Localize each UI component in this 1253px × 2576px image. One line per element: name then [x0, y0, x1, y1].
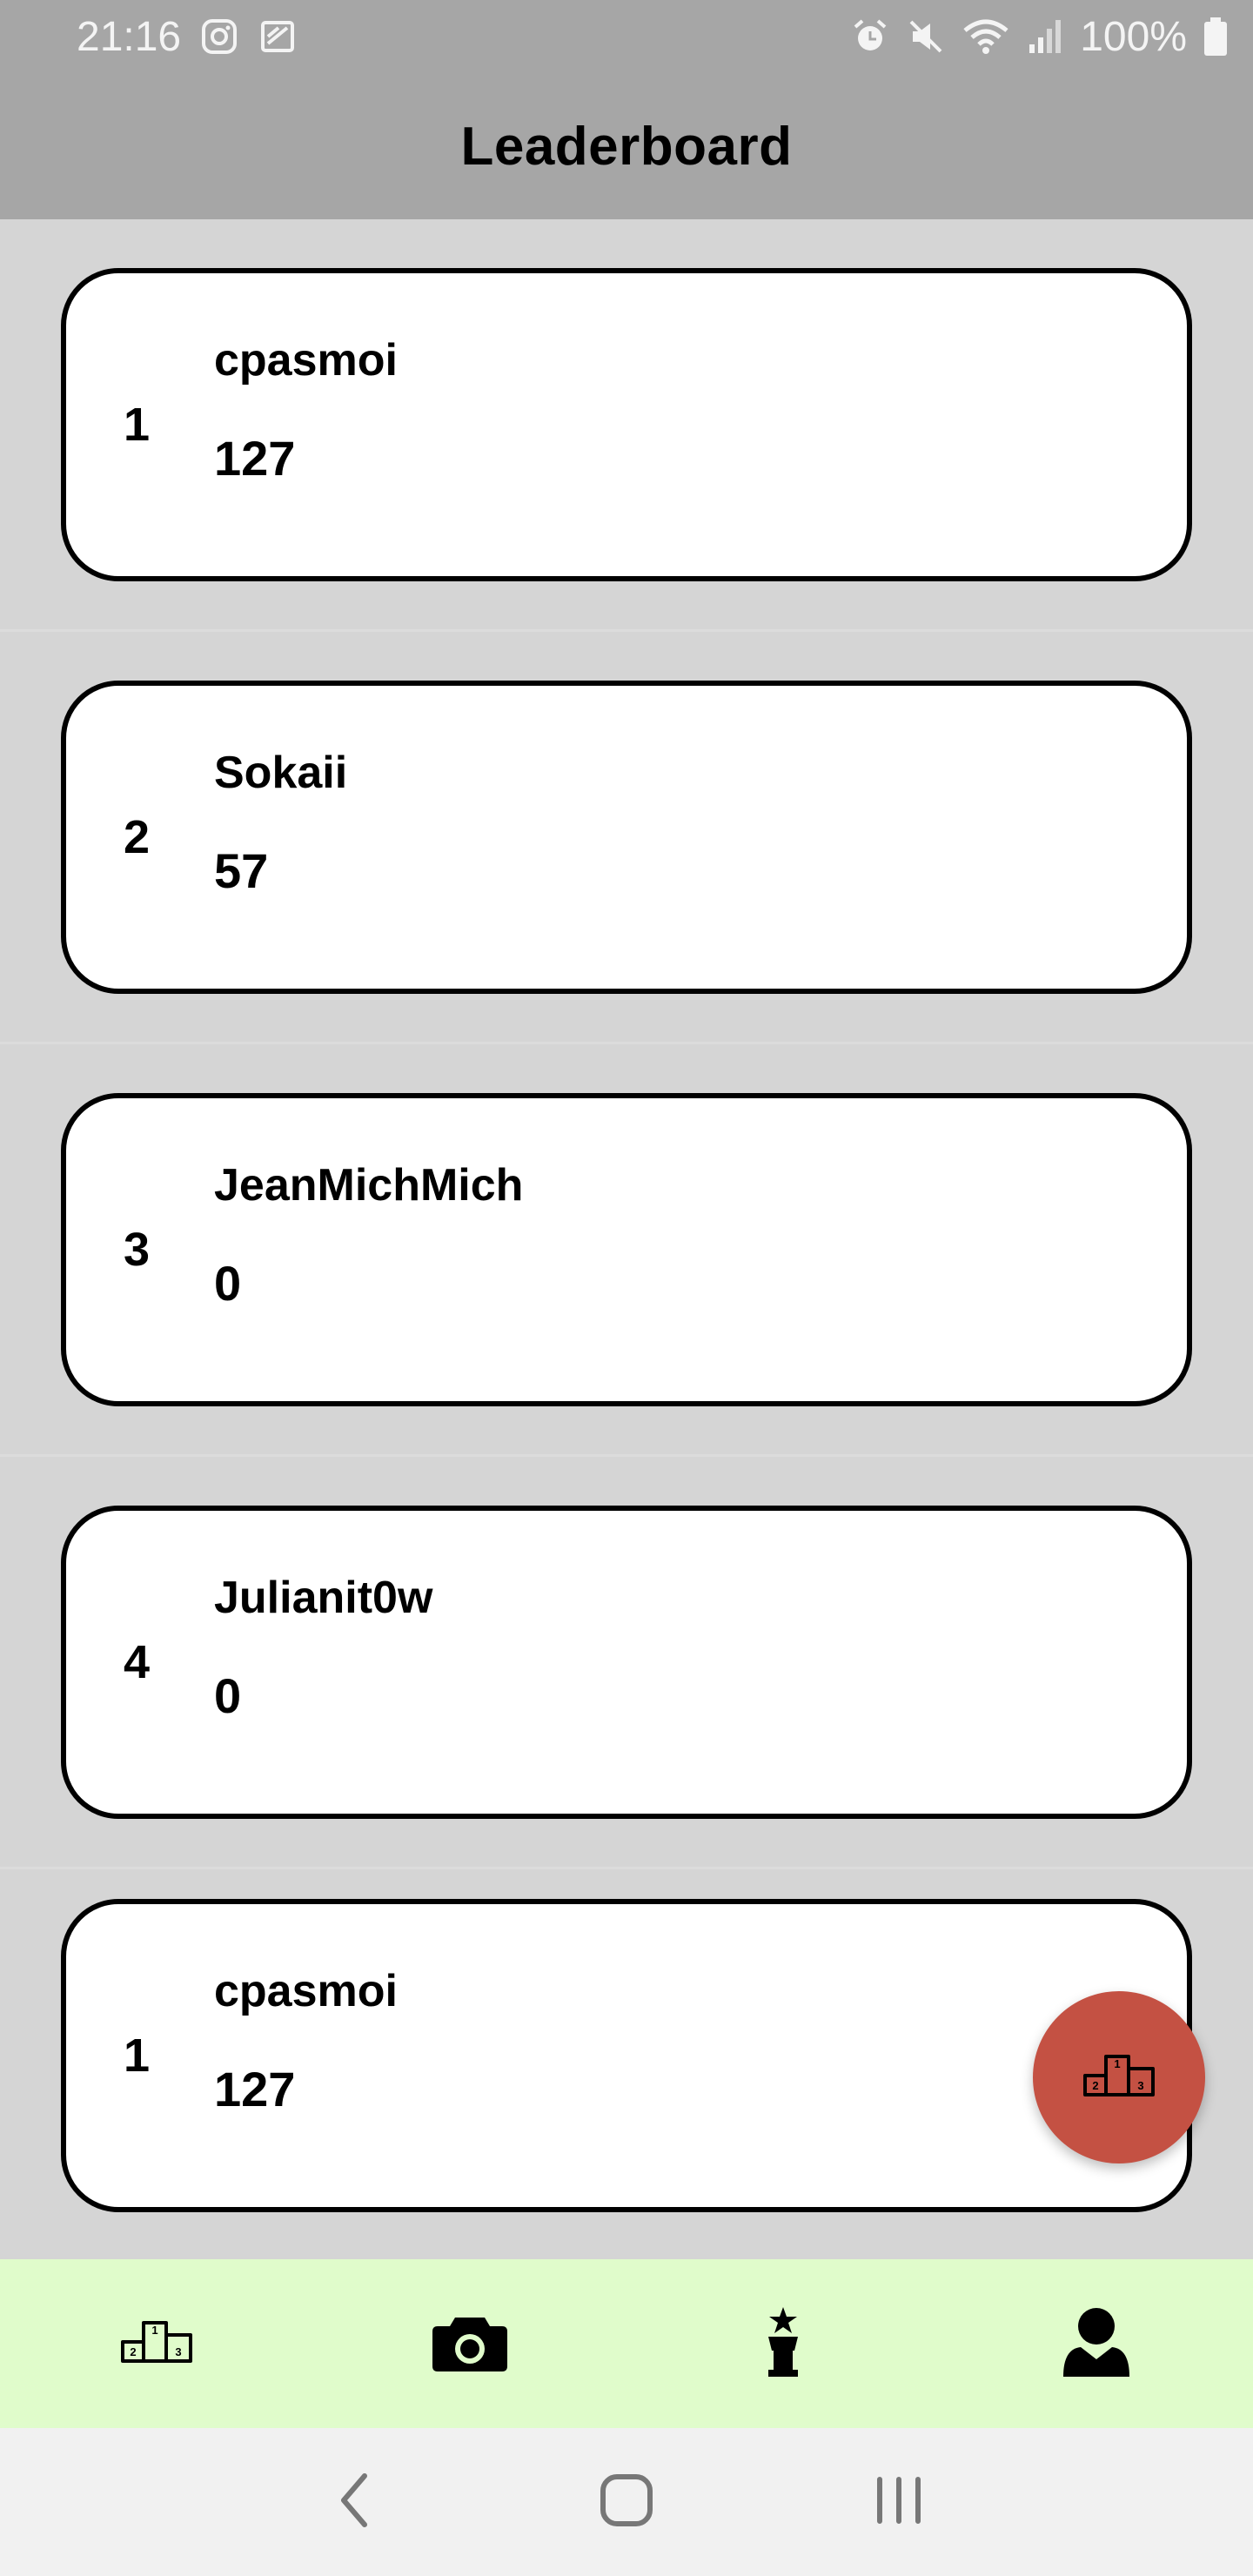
leaderboard-card[interactable]: 1 cpasmoi 127	[61, 268, 1192, 581]
player-name: cpasmoi	[214, 335, 398, 386]
list-item[interactable]: 4 Julianit0w 0	[0, 1457, 1253, 1869]
leaderboard-list[interactable]: 1 cpasmoi 127 2 Sokaii 57 3 JeanMichMich…	[0, 219, 1253, 2259]
battery-icon	[1203, 16, 1229, 57]
svg-text:3: 3	[1137, 2079, 1143, 2092]
svg-text:2: 2	[1092, 2079, 1098, 2092]
podium-icon: 1 2 3	[1080, 2051, 1158, 2104]
podium-icon: 1 2 3	[117, 2318, 196, 2371]
home-button[interactable]	[574, 2450, 679, 2554]
trophy-icon	[761, 2305, 805, 2383]
system-navigation-bar	[0, 2428, 1253, 2576]
gallery-sync-icon	[258, 17, 298, 56]
nav-trophy[interactable]	[626, 2259, 940, 2428]
player-score: 57	[214, 843, 269, 898]
podium-fab-button[interactable]: 1 2 3	[1033, 1991, 1205, 2163]
back-button[interactable]	[302, 2450, 406, 2554]
svg-text:1: 1	[151, 2324, 157, 2337]
leaderboard-card[interactable]: 2 Sokaii 57	[61, 681, 1192, 994]
status-time: 21:16	[77, 13, 182, 60]
player-name: cpasmoi	[214, 1966, 398, 2016]
player-name: JeanMichMich	[214, 1160, 524, 1211]
bottom-navigation: 1 2 3	[0, 2259, 1253, 2428]
rank-number: 1	[124, 2029, 151, 2082]
nav-profile[interactable]	[940, 2259, 1253, 2428]
leaderboard-card[interactable]: 1 cpasmoi 127	[61, 1899, 1192, 2212]
player-score: 127	[214, 2062, 296, 2116]
page-title: Leaderboard	[460, 116, 793, 177]
svg-text:2: 2	[130, 2345, 136, 2358]
nav-camera[interactable]	[313, 2259, 626, 2428]
mute-icon	[906, 17, 946, 57]
player-score: 0	[214, 1256, 242, 1311]
battery-percent: 100%	[1080, 13, 1187, 60]
rank-number: 1	[124, 399, 151, 451]
instagram-icon	[200, 17, 238, 56]
player-score: 0	[214, 1668, 242, 1723]
leaderboard-card[interactable]: 3 JeanMichMich 0	[61, 1093, 1192, 1406]
user-icon	[1062, 2305, 1131, 2383]
recents-icon	[874, 2476, 923, 2529]
app-header: Leaderboard	[0, 73, 1253, 219]
list-item[interactable]: 2 Sokaii 57	[0, 632, 1253, 1044]
signal-icon	[1026, 17, 1064, 57]
player-name: Julianit0w	[214, 1573, 433, 1623]
camera-icon	[431, 2311, 509, 2378]
rank-number: 2	[124, 811, 151, 863]
svg-text:3: 3	[175, 2345, 181, 2358]
list-item[interactable]: 1 cpasmoi 127	[0, 219, 1253, 632]
back-chevron-icon	[337, 2472, 372, 2532]
rank-number: 4	[124, 1636, 151, 1688]
nav-leaderboard[interactable]: 1 2 3	[0, 2259, 313, 2428]
leaderboard-card[interactable]: 4 Julianit0w 0	[61, 1506, 1192, 1819]
home-square-icon	[599, 2472, 654, 2532]
recents-button[interactable]	[847, 2450, 951, 2554]
player-score: 127	[214, 431, 296, 486]
list-item[interactable]: 3 JeanMichMich 0	[0, 1044, 1253, 1457]
wifi-icon	[962, 17, 1010, 57]
status-bar: 21:16 100%	[0, 0, 1253, 73]
svg-text:1: 1	[1114, 2057, 1120, 2070]
alarm-icon	[850, 17, 890, 57]
rank-number: 3	[124, 1224, 151, 1276]
player-name: Sokaii	[214, 748, 348, 798]
